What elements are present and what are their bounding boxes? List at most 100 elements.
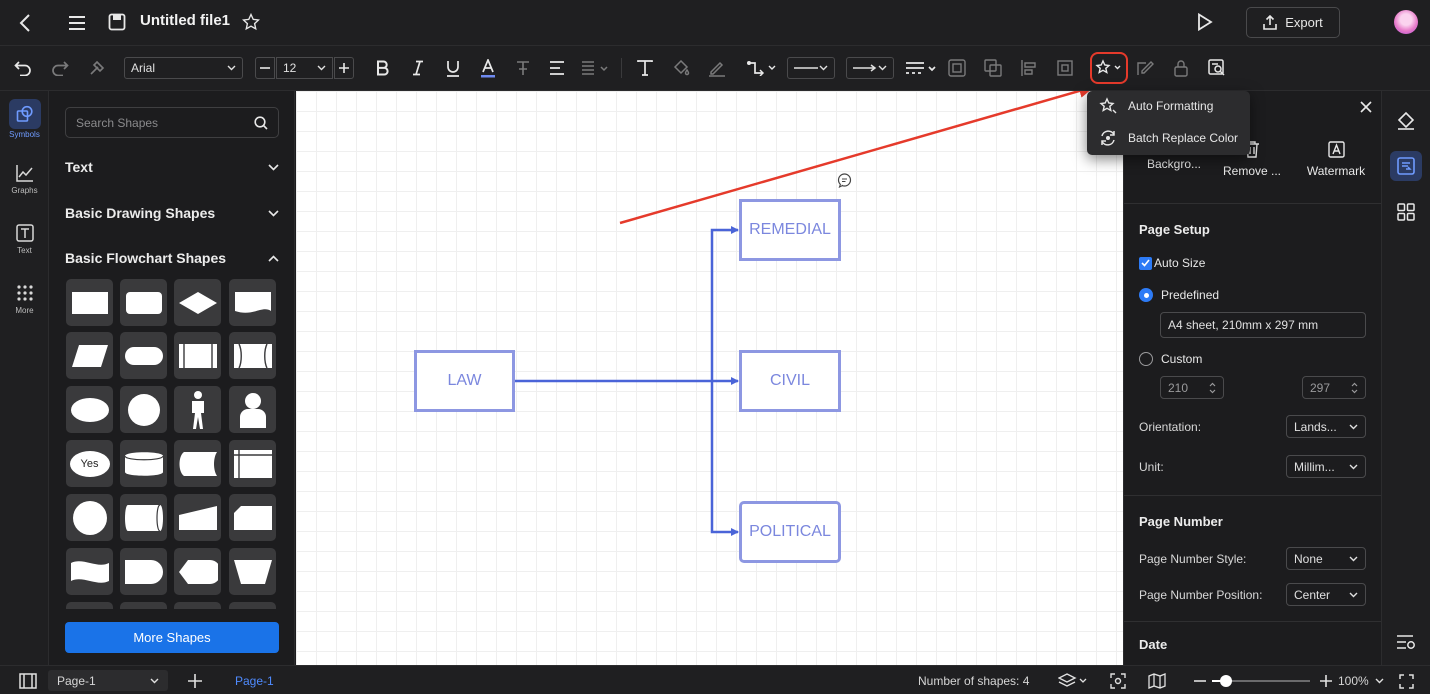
node-political[interactable]: POLITICAL [739, 501, 841, 563]
zoom-out-icon[interactable] [1192, 671, 1208, 691]
comment-icon[interactable] [837, 173, 852, 188]
map-icon[interactable] [1147, 671, 1167, 691]
section-basic-drawing-shapes[interactable]: Basic Drawing Shapes [65, 203, 279, 223]
drawing-canvas[interactable]: LAW REMEDIAL CIVIL POLITICAL [296, 91, 1123, 665]
shape-tape[interactable] [66, 548, 113, 595]
shape-display[interactable] [174, 548, 221, 595]
style-fill-icon[interactable] [1395, 110, 1417, 132]
font-family-select[interactable]: Arial [124, 57, 243, 79]
zoom-slider-handle[interactable] [1220, 675, 1232, 687]
zoom-slider[interactable] [1212, 675, 1310, 687]
fill-icon[interactable] [671, 58, 691, 78]
avatar[interactable] [1394, 10, 1418, 34]
document-title[interactable]: Untitled file1 [140, 12, 230, 29]
section-basic-flowchart-shapes[interactable]: Basic Flowchart Shapes [65, 248, 279, 268]
node-law[interactable]: LAW [414, 350, 515, 412]
format-painter-icon[interactable] [87, 58, 107, 78]
unit-select[interactable]: Millim... [1286, 455, 1366, 478]
font-size-select[interactable]: 12 [276, 57, 333, 79]
section-text[interactable]: Text [65, 157, 279, 177]
line-style-select[interactable] [787, 57, 835, 79]
tool-watermark[interactable]: Watermark [1296, 141, 1376, 178]
arrange-icon[interactable] [983, 58, 1003, 78]
group-icon[interactable] [947, 58, 967, 78]
page-select[interactable]: Page-1 [48, 670, 168, 691]
line-color-icon[interactable] [707, 58, 727, 78]
layout-grid-icon[interactable] [1395, 201, 1417, 223]
shape-card[interactable] [229, 494, 276, 541]
underline-icon[interactable] [443, 58, 463, 78]
node-civil[interactable]: CIVIL [739, 350, 841, 412]
align-icon[interactable] [547, 58, 567, 78]
rail-item-graphs[interactable]: Graphs [0, 164, 49, 195]
custom-radio[interactable]: Custom [1139, 352, 1202, 366]
layers-icon[interactable] [1057, 671, 1089, 691]
font-color-icon[interactable] [478, 57, 498, 79]
shape-document[interactable] [229, 279, 276, 326]
shape-cylinder-horizontal[interactable] [120, 440, 167, 487]
shape-manual-operation[interactable] [229, 548, 276, 595]
shape-rounded-process[interactable] [120, 279, 167, 326]
rail-item-text[interactable]: Text [0, 224, 49, 255]
shape-delay[interactable] [120, 548, 167, 595]
text-tool-icon[interactable] [635, 58, 655, 78]
line-weight-icon[interactable] [905, 58, 937, 78]
shape-direct-data[interactable] [120, 494, 167, 541]
custom-height-input[interactable]: 297 [1302, 376, 1366, 399]
node-remedial[interactable]: REMEDIAL [739, 199, 841, 261]
text-style-icon[interactable] [513, 58, 533, 78]
shape-process[interactable] [66, 279, 113, 326]
align-shapes-icon[interactable] [1019, 58, 1039, 78]
lock-icon[interactable] [1171, 58, 1191, 78]
shape-predefined-process[interactable] [174, 332, 221, 379]
decrease-font-icon[interactable] [255, 57, 275, 79]
undo-icon[interactable] [13, 58, 33, 78]
shape-decision[interactable] [174, 279, 221, 326]
page-number-position-select[interactable]: Center [1286, 583, 1366, 606]
add-page-icon[interactable] [185, 671, 205, 691]
back-icon[interactable] [14, 12, 36, 34]
page-settings-icon[interactable] [1390, 151, 1422, 181]
shape-stored-data-2[interactable] [174, 440, 221, 487]
fullscreen-icon[interactable] [1396, 671, 1416, 691]
shape-stored-data[interactable] [229, 332, 276, 379]
shape-terminator[interactable] [120, 332, 167, 379]
shape-manual-input[interactable] [174, 494, 221, 541]
search-shapes-input[interactable]: Search Shapes [65, 107, 279, 138]
connector-icon[interactable] [746, 58, 778, 78]
menu-icon[interactable] [66, 12, 88, 34]
fit-page-icon[interactable] [1108, 671, 1128, 691]
save-icon[interactable] [106, 11, 128, 33]
zoom-select[interactable]: 100% [1338, 671, 1384, 691]
increase-font-icon[interactable] [334, 57, 354, 79]
menu-item-auto-formatting[interactable]: Auto Formatting [1099, 96, 1213, 116]
shape-data[interactable] [66, 332, 113, 379]
shape-connector-circle[interactable] [66, 494, 113, 541]
auto-format-button[interactable] [1090, 52, 1128, 84]
rail-item-symbols[interactable]: Symbols [0, 99, 49, 139]
close-icon[interactable] [1356, 97, 1376, 117]
predefined-size-select[interactable]: A4 sheet, 210mm x 297 mm [1160, 312, 1366, 338]
redo-icon[interactable] [50, 58, 70, 78]
zoom-in-icon[interactable] [1318, 671, 1334, 691]
arrow-style-select[interactable] [846, 57, 894, 79]
more-settings-icon[interactable] [1395, 631, 1417, 653]
shape-user[interactable] [229, 386, 276, 433]
page-tab-active[interactable]: Page-1 [235, 674, 274, 688]
shape-ellipse[interactable] [66, 386, 113, 433]
edit-icon[interactable] [1135, 58, 1155, 78]
shape-circle[interactable] [120, 386, 167, 433]
custom-width-input[interactable]: 210 [1160, 376, 1224, 399]
line-spacing-icon[interactable] [580, 58, 612, 78]
crop-icon[interactable] [1055, 58, 1075, 78]
menu-item-batch-replace-color[interactable]: Batch Replace Color [1099, 128, 1238, 148]
auto-size-checkbox[interactable]: Auto Size [1139, 256, 1205, 270]
page-number-style-select[interactable]: None [1286, 547, 1366, 570]
more-shapes-button[interactable]: More Shapes [65, 622, 279, 653]
orientation-select[interactable]: Lands... [1286, 415, 1366, 438]
shape-internal-storage[interactable] [229, 440, 276, 487]
page-panel-icon[interactable] [18, 671, 38, 691]
predefined-radio[interactable]: Predefined [1139, 288, 1219, 302]
play-icon[interactable] [1194, 11, 1216, 33]
export-button[interactable]: Export [1246, 7, 1340, 38]
